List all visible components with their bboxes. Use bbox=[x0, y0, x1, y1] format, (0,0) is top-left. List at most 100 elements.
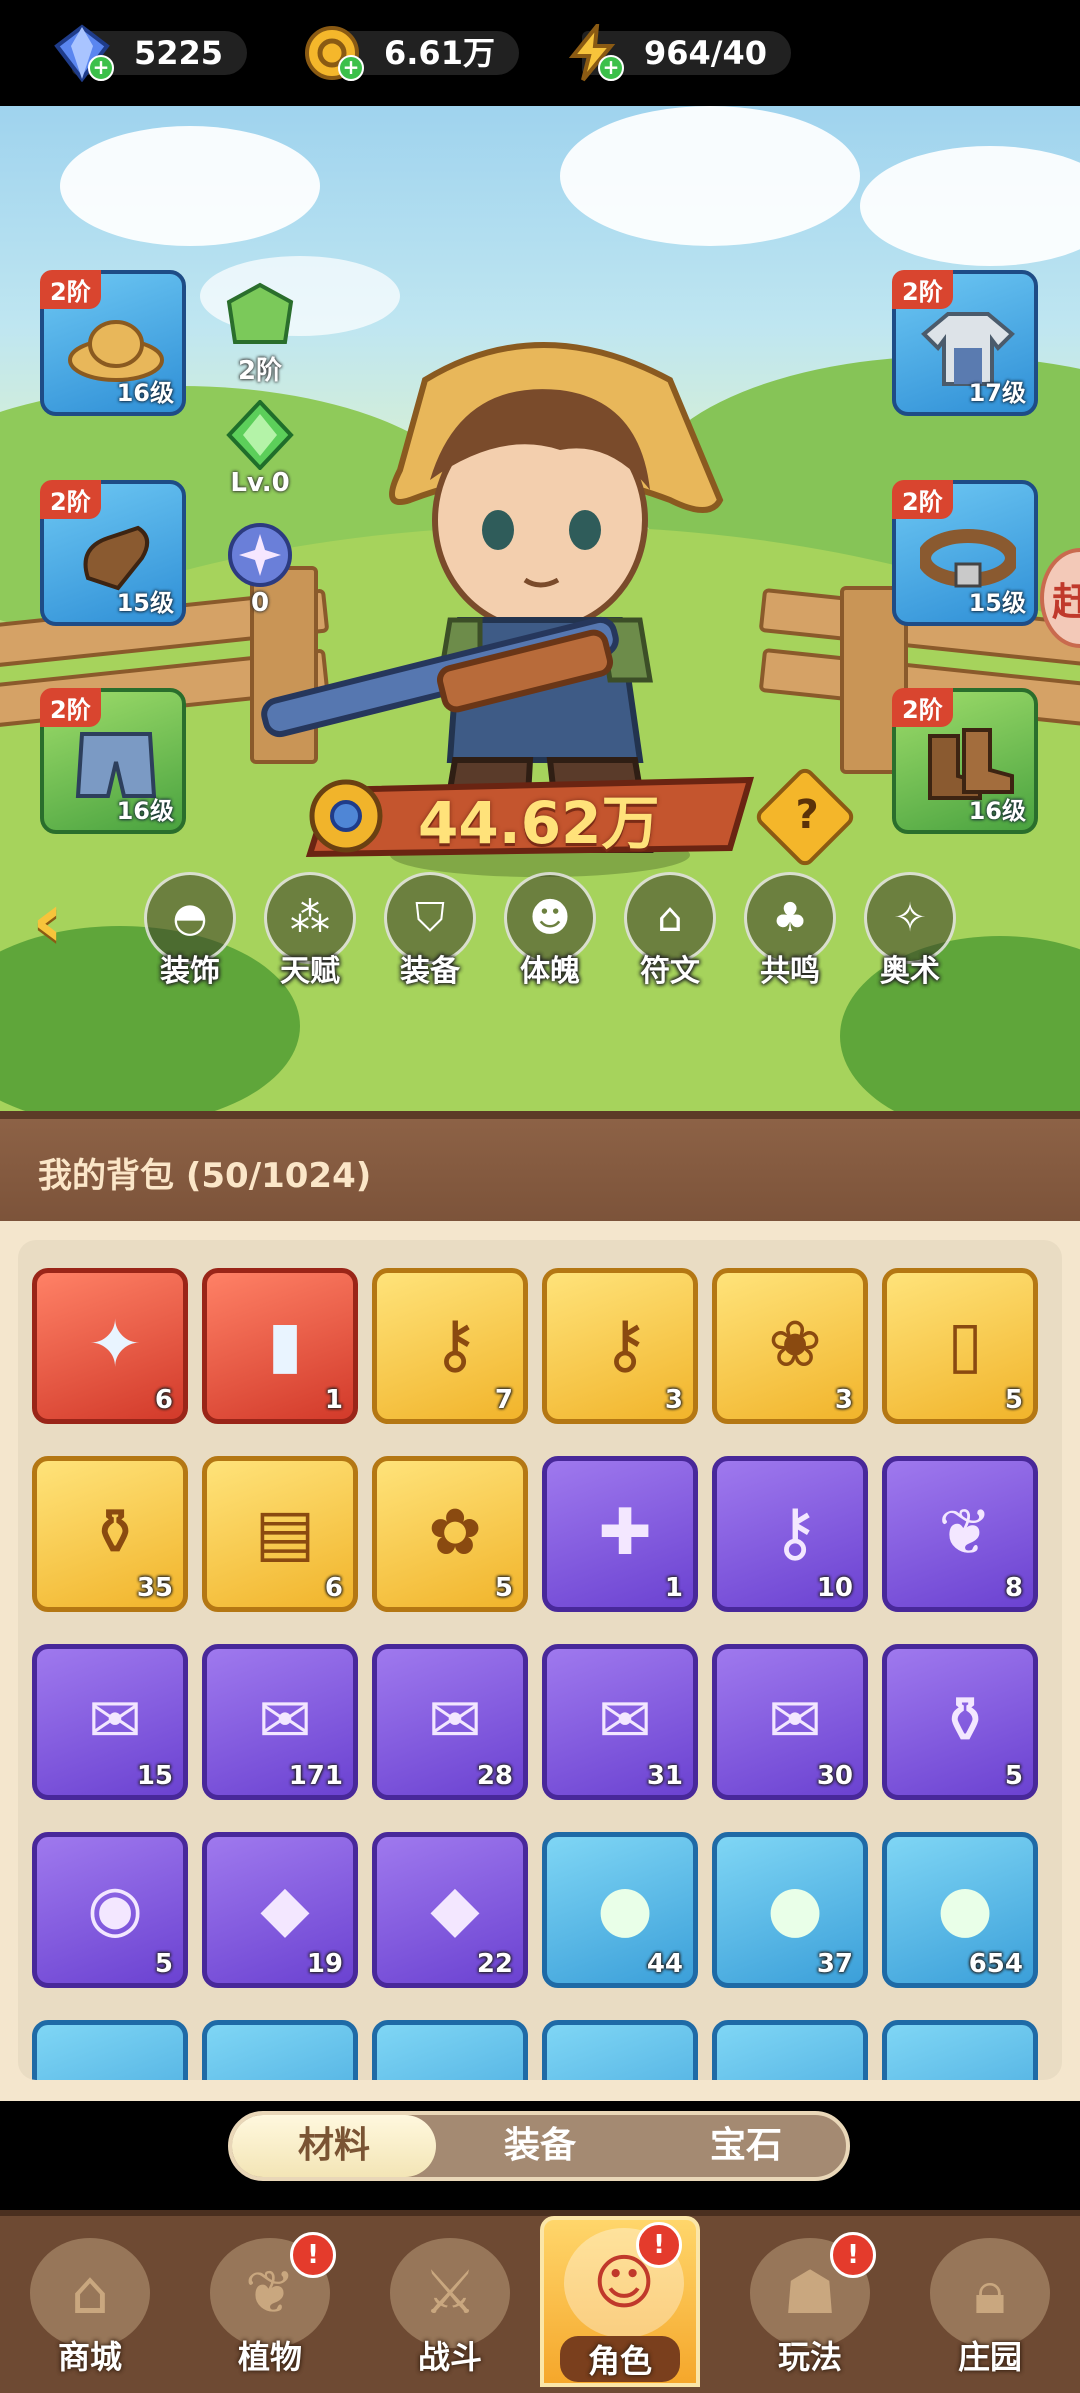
bag-item[interactable]: ✉ 15 bbox=[32, 1644, 188, 1800]
bag-item[interactable]: ❦ 8 bbox=[882, 1456, 1038, 1612]
bag-item[interactable]: ◆ 19 bbox=[202, 1832, 358, 1988]
nav-label: 体魄 bbox=[520, 954, 580, 989]
bag-item[interactable]: ◉ 5 bbox=[32, 1832, 188, 1988]
equip-slot-gloves[interactable]: 2阶 15级 bbox=[40, 480, 186, 626]
equip-slot-shirt[interactable]: 2阶 17级 bbox=[892, 270, 1038, 416]
diamond-counter[interactable]: + 5225 bbox=[52, 24, 248, 82]
item-quantity: 6 bbox=[154, 1385, 173, 1415]
bag-item[interactable]: ▯ 5 bbox=[882, 1268, 1038, 1424]
add-energy-icon[interactable]: + bbox=[598, 55, 624, 81]
bottom-nav-battle[interactable]: ⚔ 战斗 bbox=[370, 2230, 530, 2387]
item-quantity: 6 bbox=[324, 1573, 343, 1603]
bag-item[interactable]: ⚷ 7 bbox=[372, 1268, 528, 1424]
orb-count-value: 0 bbox=[250, 588, 270, 618]
bag-item[interactable]: ⚱ 35 bbox=[32, 1456, 188, 1612]
item-quantity: 28 bbox=[476, 1761, 513, 1791]
nav-arcane[interactable]: ✧ 奥术 bbox=[862, 872, 958, 990]
item-quantity: 22 bbox=[476, 1949, 513, 1979]
tier-badge: 2阶 bbox=[892, 270, 953, 309]
bottom-nav-label: 玩法 bbox=[777, 2338, 842, 2376]
bag-item[interactable] bbox=[372, 2020, 528, 2080]
equip-slot-boots[interactable]: 2阶 16级 bbox=[892, 688, 1038, 834]
bag-category-tabs: 材料 装备 宝石 bbox=[228, 2111, 850, 2181]
item-quantity: 30 bbox=[816, 1761, 853, 1791]
item-quantity: 3 bbox=[834, 1385, 853, 1415]
nav-resonance[interactable]: ♣ 共鸣 bbox=[742, 872, 838, 990]
nav-talent[interactable]: ⁂ 天赋 bbox=[262, 872, 358, 990]
bag-item[interactable] bbox=[712, 2020, 868, 2080]
level-label: 17级 bbox=[968, 379, 1026, 407]
purple-scroll-icon: ✉ bbox=[258, 1684, 312, 1758]
bottom-nav-shop[interactable]: ⌂ 商城 bbox=[10, 2230, 170, 2387]
bottom-nav-character[interactable]: ☺! 角色 bbox=[540, 2216, 700, 2387]
green-canister-icon: ▮ bbox=[267, 1308, 303, 1382]
gold-counter[interactable]: + 6.61万 bbox=[302, 26, 519, 81]
nav-equipment[interactable]: ⛉ 装备 bbox=[382, 872, 478, 990]
orb-count[interactable]: 0 bbox=[185, 520, 335, 618]
nav-physique[interactable]: ☻ 体魄 bbox=[502, 872, 598, 990]
energy-counter[interactable]: + 964/40 bbox=[562, 24, 792, 82]
item-quantity: 37 bbox=[816, 1949, 853, 1979]
bag-item[interactable]: ⚷ 3 bbox=[542, 1268, 698, 1424]
tier-badge: 2阶 bbox=[40, 270, 101, 309]
bag-item[interactable] bbox=[542, 2020, 698, 2080]
item-quantity: 31 bbox=[646, 1761, 683, 1791]
bottom-nav-manor[interactable]: 🔒︎ 庄园 bbox=[910, 2230, 1070, 2387]
bag-item[interactable]: ⚱ 5 bbox=[882, 1644, 1038, 1800]
back-button[interactable]: ‹ bbox=[32, 880, 102, 960]
blue-crystal-icon: ◆ bbox=[430, 1872, 480, 1946]
equip-slot-pants[interactable]: 2阶 16级 bbox=[40, 688, 186, 834]
nav-rune[interactable]: ⌂ 符文 bbox=[622, 872, 718, 990]
item-quantity: 10 bbox=[816, 1573, 853, 1603]
tier-badge: 2阶 bbox=[892, 480, 953, 519]
add-gold-icon[interactable]: + bbox=[338, 55, 364, 81]
bag-item[interactable]: ✦ 6 bbox=[32, 1268, 188, 1424]
item-quantity: 171 bbox=[288, 1761, 343, 1791]
bag-item[interactable]: ❀ 3 bbox=[712, 1268, 868, 1424]
add-diamond-icon[interactable]: + bbox=[88, 55, 114, 81]
nav-label: 装备 bbox=[400, 954, 460, 989]
bottom-nav-gameplay[interactable]: ☗! 玩法 bbox=[730, 2230, 890, 2387]
map-scroll-icon bbox=[915, 2047, 1015, 2080]
nav-decoration[interactable]: ◓ 装饰 bbox=[142, 872, 238, 990]
bottom-nav-label: 角色 bbox=[560, 2336, 680, 2382]
combat-power: 44.62万 bbox=[290, 770, 770, 860]
nav-label: 共鸣 bbox=[760, 954, 820, 989]
bag-item[interactable]: ✉ 31 bbox=[542, 1644, 698, 1800]
bag-item[interactable]: ● 654 bbox=[882, 1832, 1038, 1988]
item-quantity: 1 bbox=[664, 1573, 683, 1603]
map-scroll-icon bbox=[745, 2047, 845, 2080]
gem-level[interactable]: Lv.0 bbox=[185, 399, 335, 498]
bag-item[interactable]: ▮ 1 bbox=[202, 1268, 358, 1424]
rank-badge[interactable]: 2阶 bbox=[185, 282, 335, 387]
bag-item[interactable]: ● 37 bbox=[712, 1832, 868, 1988]
tab-materials[interactable]: 材料 bbox=[232, 2115, 436, 2177]
bag-item[interactable] bbox=[32, 2020, 188, 2080]
bag-item[interactable]: ✿ 5 bbox=[372, 1456, 528, 1612]
bag-item[interactable]: ● 44 bbox=[542, 1832, 698, 1988]
item-quantity: 5 bbox=[1004, 1761, 1023, 1791]
alert-icon: ! bbox=[636, 2222, 682, 2268]
tab-gems[interactable]: 宝石 bbox=[644, 2115, 848, 2177]
bag-item[interactable]: ✉ 30 bbox=[712, 1644, 868, 1800]
bottom-nav-label: 战斗 bbox=[417, 2338, 482, 2376]
bag-item[interactable]: ⚷ 10 bbox=[712, 1456, 868, 1612]
orange-potion-icon: ⚱ bbox=[88, 1496, 142, 1570]
equip-slot-belt[interactable]: 2阶 15级 bbox=[892, 480, 1038, 626]
bag-item[interactable]: ▤ 6 bbox=[202, 1456, 358, 1612]
alert-icon: ! bbox=[290, 2232, 336, 2278]
bag-item[interactable] bbox=[882, 2020, 1038, 2080]
spell-book-icon: ▤ bbox=[254, 1496, 316, 1570]
bag-item[interactable]: ✚ 1 bbox=[542, 1456, 698, 1612]
bag-item[interactable]: ◆ 22 bbox=[372, 1832, 528, 1988]
bottom-nav-plants[interactable]: ❦! 植物 bbox=[190, 2230, 350, 2387]
bag-item[interactable]: ✉ 171 bbox=[202, 1644, 358, 1800]
bag-item[interactable] bbox=[202, 2020, 358, 2080]
tab-equipment[interactable]: 装备 bbox=[438, 2115, 642, 2177]
bottom-nav-label: 商城 bbox=[57, 2338, 122, 2376]
equip-slot-hat[interactable]: 2阶 16级 bbox=[40, 270, 186, 416]
bag-item[interactable]: ✉ 28 bbox=[372, 1644, 528, 1800]
gem-key-icon: ⚷ bbox=[601, 1308, 649, 1382]
amber-drop-icon: ◉ bbox=[87, 1872, 143, 1946]
gold-coin-icon: + bbox=[302, 23, 364, 83]
